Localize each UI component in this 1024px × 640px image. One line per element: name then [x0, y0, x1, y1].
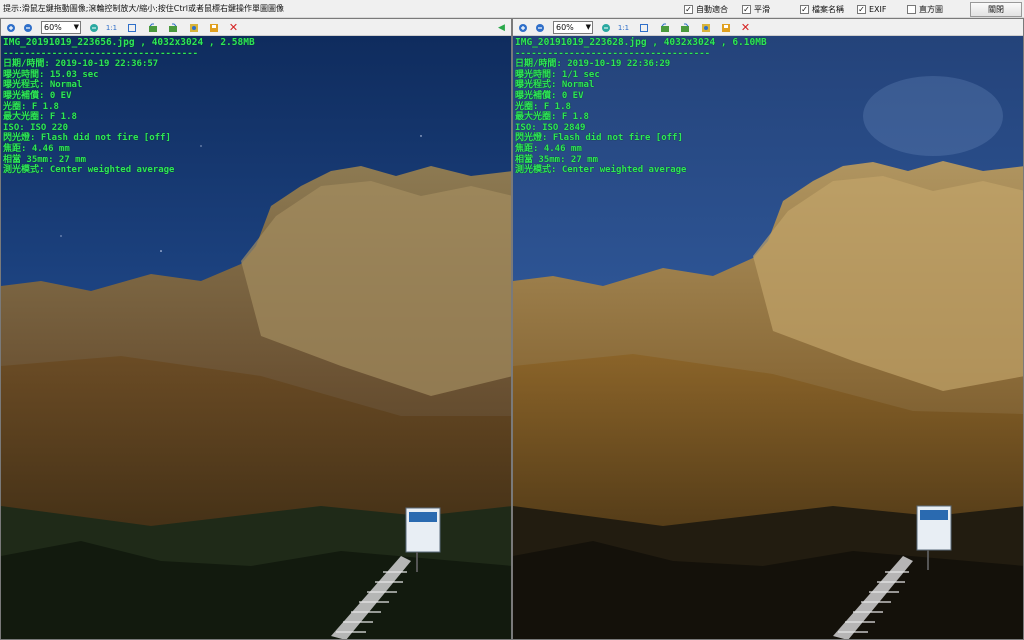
fit-window-icon[interactable]: [87, 21, 100, 34]
photo-night-cliff-right[interactable]: IMG_20191019_223628.jpg , 4032x3024 , 6.…: [513, 36, 1023, 639]
pane-toolbar: 60% ▼ 1:1 ✕ ◀: [1, 19, 511, 36]
exif-flash: 閃光燈: Flash did not fire [off]: [3, 133, 171, 144]
save-icon[interactable]: [207, 21, 220, 34]
exif-iso: ISO: ISO 220: [3, 122, 69, 133]
filename-checkbox[interactable]: ✓: [800, 5, 809, 14]
rotate-right-icon[interactable]: [166, 21, 179, 34]
zoom-out-icon[interactable]: [21, 21, 34, 34]
zoom-in-icon[interactable]: [4, 21, 17, 34]
exif-focal-35mm: 相當 35mm: 27 mm: [515, 154, 599, 165]
flip-icon[interactable]: [187, 21, 200, 34]
delete-icon[interactable]: ✕: [739, 21, 752, 34]
exif-checkbox[interactable]: ✓: [857, 5, 866, 14]
exif-flash: 閃光燈: Flash did not fire [off]: [515, 133, 683, 144]
filename-info: IMG_20191019_223628.jpg , 4032x3024 , 6.…: [515, 37, 767, 48]
auto-fit-checkbox[interactable]: ✓: [684, 5, 693, 14]
fit-window-icon[interactable]: [599, 21, 612, 34]
chevron-down-icon: ▼: [73, 23, 79, 31]
zoom-dropdown[interactable]: 60% ▼: [41, 21, 81, 34]
exif-overlay: IMG_20191019_223656.jpg , 4032x3024 , 2.…: [3, 37, 255, 176]
option-exif[interactable]: ✓ EXIF: [857, 4, 887, 15]
chevron-down-icon: ▼: [585, 23, 591, 31]
exif-datetime: 日期/時間: 2019-10-19 22:36:29: [515, 59, 671, 70]
fullscreen-icon[interactable]: [125, 21, 138, 34]
actual-size-button[interactable]: 1:1: [105, 21, 118, 34]
zoom-in-icon[interactable]: [516, 21, 529, 34]
pane-toolbar: 60% ▼ 1:1 ✕: [513, 19, 1023, 36]
option-auto-fit[interactable]: ✓ 自動適合: [684, 4, 728, 15]
separator-line: ------------------------------------: [515, 48, 711, 59]
exif-datetime: 日期/時間: 2019-10-19 22:36:57: [3, 59, 159, 70]
filename-info: IMG_20191019_223656.jpg , 4032x3024 , 2.…: [3, 37, 255, 48]
close-button[interactable]: 關閉: [970, 2, 1022, 17]
exif-exposure-bias: 曝光補償: 0 EV: [515, 90, 584, 101]
exif-iso: ISO: ISO 2849: [515, 122, 586, 133]
option-smooth[interactable]: ✓ 平滑: [742, 4, 770, 15]
option-filename[interactable]: ✓ 檔案名稱: [800, 4, 844, 15]
delete-icon[interactable]: ✕: [227, 21, 240, 34]
exif-exposure-program: 曝光程式: Normal: [3, 80, 83, 91]
option-histogram[interactable]: 直方圖: [907, 4, 943, 15]
exif-exposure-bias: 曝光補償: 0 EV: [3, 90, 72, 101]
flip-icon[interactable]: [699, 21, 712, 34]
exif-max-aperture: 最大光圈: F 1.8: [3, 112, 77, 123]
zoom-out-icon[interactable]: [533, 21, 546, 34]
exif-focal-35mm: 相當 35mm: 27 mm: [3, 154, 87, 165]
exif-metering: 測光模式: Center weighted average: [3, 165, 175, 176]
save-icon[interactable]: [719, 21, 732, 34]
rotate-left-icon[interactable]: [146, 21, 159, 34]
image-pane-left[interactable]: 60% ▼ 1:1 ✕ ◀ IMG_20191019_223656.jpg , …: [0, 18, 512, 640]
exif-aperture: 光圈: F 1.8: [515, 101, 571, 112]
exif-exposure-time: 曝光時間: 1/1 sec: [515, 69, 600, 80]
top-bar: 提示:滑鼠左鍵拖動圖像;滾輪控制放大/縮小;按住Ctrl或者鼠標右鍵操作單圖圖像…: [0, 0, 1024, 18]
exif-focal-length: 焦距: 4.46 mm: [3, 143, 70, 154]
actual-size-button[interactable]: 1:1: [617, 21, 630, 34]
rotate-right-icon[interactable]: [678, 21, 691, 34]
histogram-checkbox[interactable]: [907, 5, 916, 14]
fullscreen-icon[interactable]: [637, 21, 650, 34]
exif-focal-length: 焦距: 4.46 mm: [515, 143, 582, 154]
sync-arrow-icon[interactable]: ◀: [495, 21, 508, 34]
zoom-dropdown[interactable]: 60% ▼: [553, 21, 593, 34]
separator-line: ------------------------------------: [3, 48, 199, 59]
exif-max-aperture: 最大光圈: F 1.8: [515, 112, 589, 123]
exif-aperture: 光圈: F 1.8: [3, 101, 59, 112]
exif-exposure-program: 曝光程式: Normal: [515, 80, 595, 91]
usage-hint: 提示:滑鼠左鍵拖動圖像;滾輪控制放大/縮小;按住Ctrl或者鼠標右鍵操作單圖圖像: [3, 4, 285, 13]
exif-metering: 測光模式: Center weighted average: [515, 165, 687, 176]
exif-overlay: IMG_20191019_223628.jpg , 4032x3024 , 6.…: [515, 37, 767, 176]
rotate-left-icon[interactable]: [658, 21, 671, 34]
photo-night-cliff-left[interactable]: IMG_20191019_223656.jpg , 4032x3024 , 2.…: [1, 36, 511, 639]
exif-exposure-time: 曝光時間: 15.03 sec: [3, 69, 99, 80]
image-pane-right[interactable]: 60% ▼ 1:1 ✕ IMG_20191019_223628.jpg , 40…: [512, 18, 1024, 640]
smooth-checkbox[interactable]: ✓: [742, 5, 751, 14]
